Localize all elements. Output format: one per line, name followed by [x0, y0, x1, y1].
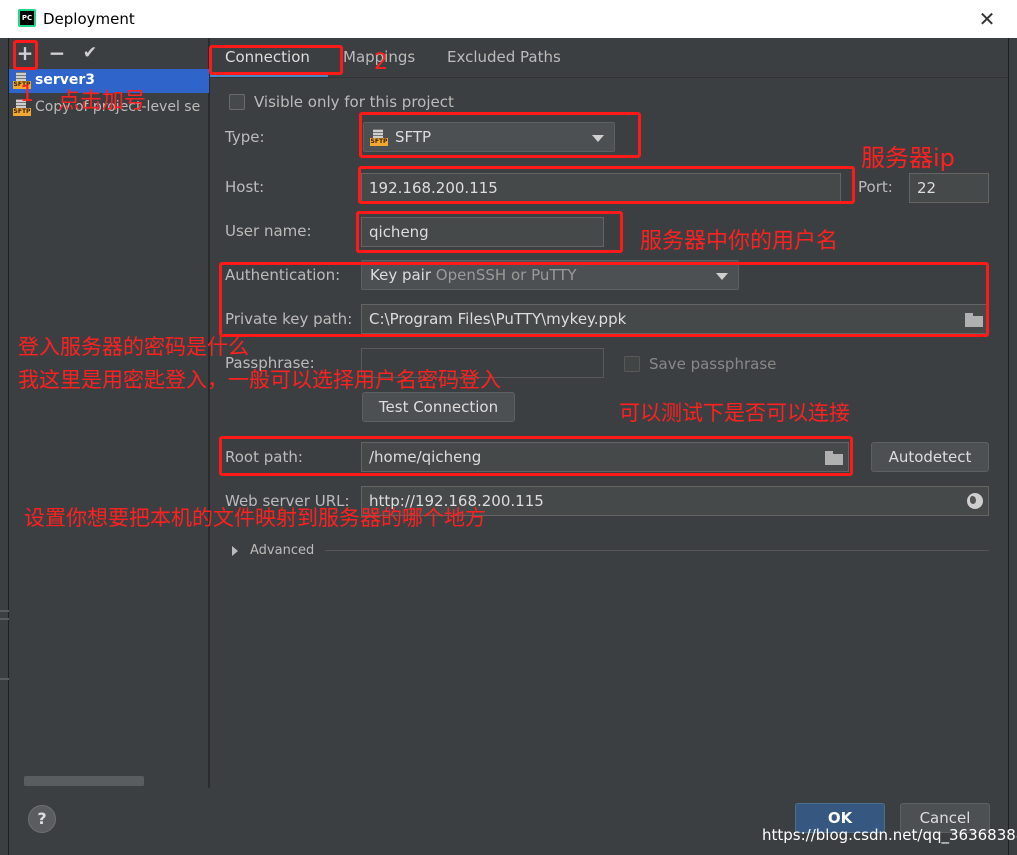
- folder-icon[interactable]: [825, 451, 843, 465]
- root-path-input[interactable]: /home/qicheng: [361, 442, 849, 472]
- connection-settings-panel: Connection Mappings Excluded Paths Visib…: [210, 38, 1008, 788]
- server-toolbar: + − ✔: [9, 38, 209, 68]
- advanced-toggle[interactable]: Advanced: [250, 543, 314, 558]
- advanced-divider: [325, 550, 989, 551]
- close-icon[interactable]: ✕: [976, 6, 998, 32]
- title-bar: PC Deployment ✕: [0, 0, 1017, 38]
- chevron-right-icon[interactable]: [232, 546, 238, 556]
- username-label: User name:: [225, 222, 312, 240]
- visible-only-checkbox[interactable]: [229, 94, 245, 110]
- right-frame: [1008, 38, 1017, 855]
- server-list-item[interactable]: SFTP Copy of project-level se: [9, 96, 209, 120]
- help-button[interactable]: ?: [28, 805, 56, 833]
- left-frame: [0, 38, 9, 855]
- private-key-path-input[interactable]: C:\Program Files\PuTTY\mykey.ppk: [361, 304, 989, 334]
- root-path-label: Root path:: [225, 448, 303, 466]
- dialog-footer: ? OK Cancel: [9, 788, 1008, 855]
- tabs-divider: [210, 77, 1008, 78]
- type-label: Type:: [225, 128, 265, 146]
- horizontal-scrollbar[interactable]: [24, 776, 144, 786]
- type-select[interactable]: SFTP SFTP: [363, 122, 615, 152]
- server-list-item[interactable]: SFTP server3: [9, 69, 209, 93]
- tab-excluded-paths[interactable]: Excluded Paths: [447, 48, 561, 74]
- host-label: Host:: [225, 178, 265, 196]
- private-key-path-label: Private key path:: [225, 310, 353, 328]
- authentication-label: Authentication:: [225, 266, 341, 284]
- tab-connection[interactable]: Connection: [225, 48, 310, 74]
- test-connection-button[interactable]: Test Connection: [362, 392, 515, 422]
- port-label: Port:: [858, 178, 893, 196]
- authentication-select[interactable]: Key pair OpenSSH or PuTTY: [361, 260, 739, 290]
- port-input[interactable]: 22: [909, 173, 989, 203]
- tab-mappings[interactable]: Mappings: [343, 48, 415, 74]
- host-input[interactable]: 192.168.200.115: [361, 173, 841, 203]
- folder-icon[interactable]: [965, 313, 983, 327]
- remove-server-button[interactable]: −: [45, 42, 69, 64]
- passphrase-label: Passphrase:: [225, 354, 315, 372]
- chevron-down-icon: [592, 135, 604, 142]
- globe-icon[interactable]: [967, 493, 983, 509]
- window-title: Deployment: [43, 10, 135, 28]
- chevron-down-icon: [716, 273, 728, 280]
- set-default-button[interactable]: ✔: [78, 42, 102, 64]
- pycharm-icon: PC: [18, 9, 36, 27]
- save-passphrase-label: Save passphrase: [649, 355, 777, 373]
- server-list-panel: + − ✔ SFTP server3 SFTP Copy of project-…: [9, 38, 209, 788]
- passphrase-input[interactable]: [361, 348, 604, 378]
- visible-only-label: Visible only for this project: [254, 93, 454, 111]
- add-server-button[interactable]: +: [13, 42, 37, 64]
- sftp-server-icon: SFTP: [13, 72, 31, 90]
- csdn-watermark: https://blog.csdn.net/qq_36368388: [762, 826, 1017, 844]
- sftp-server-icon: SFTP: [13, 99, 31, 117]
- autodetect-button[interactable]: Autodetect: [871, 442, 989, 472]
- sftp-icon: SFTP: [370, 129, 388, 147]
- username-input[interactable]: qicheng: [361, 217, 604, 247]
- web-server-url-label: Web server URL:: [225, 492, 350, 510]
- web-server-url-input[interactable]: http://192.168.200.115: [361, 486, 989, 516]
- save-passphrase-checkbox[interactable]: [624, 356, 640, 372]
